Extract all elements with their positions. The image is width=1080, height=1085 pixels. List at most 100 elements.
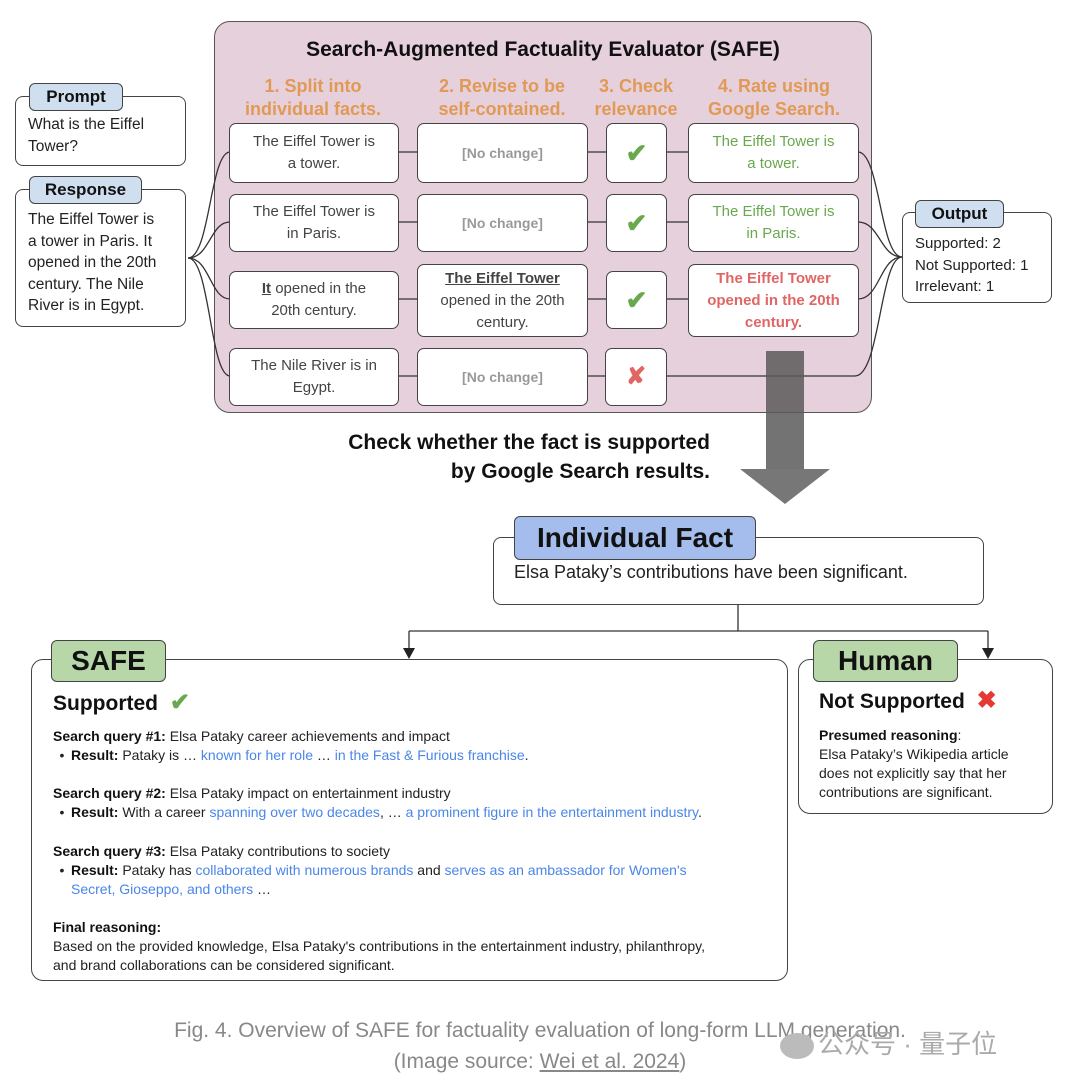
output-irrelevant: Irrelevant: 1 bbox=[915, 278, 995, 295]
result-text: … bbox=[253, 881, 271, 897]
bullet-icon: • bbox=[59, 862, 65, 878]
cross-icon: ✖ bbox=[976, 687, 997, 714]
result-label: Result: bbox=[71, 862, 119, 878]
fact-text: The Eiffel Tower is bbox=[253, 133, 375, 150]
panel-title: Search-Augmented Factuality Evaluator (S… bbox=[306, 38, 780, 61]
check-icon: ✔ bbox=[169, 689, 190, 716]
arrowhead-safe bbox=[403, 648, 415, 659]
result-snippet: in the Fast & Furious franchise bbox=[334, 747, 525, 763]
revised-text: century. bbox=[476, 313, 529, 331]
step-line: 4. Rate using bbox=[717, 76, 831, 96]
rating-text: a tower. bbox=[747, 155, 800, 172]
source-link[interactable]: Wei et al. 2024 bbox=[540, 1050, 680, 1073]
prompt-text: What is the Eiffel Tower? bbox=[28, 114, 144, 157]
prompt-tag: Prompt bbox=[29, 83, 123, 111]
prompt-line: What is the Eiffel bbox=[28, 116, 145, 133]
fact-box-2: The Eiffel Tower is in Paris. bbox=[229, 194, 399, 252]
pronoun-highlight: It bbox=[261, 280, 272, 297]
presumed-reasoning-text: does not explicitly say that her bbox=[819, 765, 1007, 781]
step-2-label: 2. Revise to be self-contained. bbox=[418, 75, 586, 121]
result-text: and bbox=[413, 862, 445, 878]
result-text: Pataky has bbox=[118, 862, 196, 878]
watermark-text: 公众号 · 量子位 bbox=[818, 1029, 998, 1059]
fact-text: a tower. bbox=[287, 155, 341, 172]
output-text: Supported: 2 Not Supported: 1 Irrelevant… bbox=[915, 233, 1028, 298]
fact-box-3: It opened in the 20th century. bbox=[229, 271, 399, 329]
presumed-reasoning-label: Presumed reasoning bbox=[819, 727, 958, 743]
result-snippet: Secret, Gioseppo, and others bbox=[71, 881, 254, 897]
result-snippet: spanning over two decades bbox=[209, 804, 380, 820]
result-text: … bbox=[312, 747, 335, 763]
relevance-box-1: ✔ bbox=[606, 123, 667, 183]
result-snippet: serves as an ambassador for Women's bbox=[444, 862, 687, 878]
search-query-1: Search query #1: Elsa Pataky career achi… bbox=[53, 727, 773, 765]
query-label: Search query #1: bbox=[53, 728, 166, 744]
step-line: 1. Split into bbox=[264, 76, 362, 96]
human-verdict: Not Supported ✖ bbox=[819, 686, 997, 715]
fact-text: Egypt. bbox=[292, 379, 336, 396]
rating-box-3: The Eiffel Tower opened in the 20th centur… bbox=[688, 264, 859, 337]
rating-box-1: The Eiffel Tower is a tower. bbox=[688, 123, 859, 183]
result-label: Result: bbox=[71, 804, 119, 820]
final-reasoning: Final reasoning: Based on the provided k… bbox=[53, 918, 783, 975]
step-3-label: 3. Check relevance bbox=[586, 75, 686, 121]
step-line: relevance bbox=[594, 99, 678, 119]
fact-text: in Paris. bbox=[286, 225, 342, 242]
step-line: 2. Revise to be bbox=[438, 76, 566, 96]
colon: : bbox=[957, 727, 962, 743]
source-suffix: ) bbox=[679, 1050, 687, 1073]
result-snippet: known for her role bbox=[200, 747, 313, 763]
revised-emphasis: The Eiffel Tower bbox=[445, 269, 560, 287]
check-icon: ✔ bbox=[625, 285, 648, 315]
response-text: The Eiffel Tower is a tower in Paris. It… bbox=[28, 209, 156, 317]
revised-text: opened in the 20th bbox=[440, 291, 565, 309]
result-text: With a career bbox=[118, 804, 210, 820]
bullet-icon: • bbox=[59, 804, 65, 820]
query-text: Elsa Pataky career achievements and impa… bbox=[165, 728, 450, 744]
rating-text: opened in the 20th bbox=[707, 291, 840, 309]
check-icon: ✔ bbox=[625, 208, 648, 238]
output-supported: Supported: 2 bbox=[915, 235, 1001, 252]
result-label: Result: bbox=[71, 747, 119, 763]
query-label: Search query #3: bbox=[53, 843, 166, 859]
fact-box-1: The Eiffel Tower is a tower. bbox=[229, 123, 399, 183]
presumed-reasoning-text: Elsa Pataky’s Wikipedia article bbox=[819, 746, 1009, 762]
rating-text: century. bbox=[744, 313, 803, 331]
final-reasoning-text: and brand collaborations can be consider… bbox=[53, 957, 395, 973]
fact-text: The Nile River is in bbox=[251, 357, 377, 374]
step-4-label: 4. Rate using Google Search. bbox=[688, 75, 860, 121]
prompt-line: Tower? bbox=[28, 137, 78, 155]
search-query-3: Search query #3: Elsa Pataky contributio… bbox=[53, 842, 773, 899]
rating-text: The Eiffel Tower bbox=[716, 269, 831, 287]
safe-tag: SAFE bbox=[51, 640, 166, 682]
response-line: River is in Egypt. bbox=[28, 297, 145, 314]
big-down-arrow-icon bbox=[740, 469, 830, 504]
step-line: Google Search. bbox=[707, 99, 841, 119]
individual-fact-text: Elsa Pataky’s contributions have been si… bbox=[514, 562, 908, 582]
result-snippet: a prominent figure in the entertainment … bbox=[405, 804, 698, 820]
fact-text: 20th century. bbox=[271, 302, 357, 319]
wechat-icon bbox=[780, 1033, 814, 1060]
presumed-reasoning: Presumed reasoning: Elsa Pataky’s Wikipe… bbox=[819, 726, 1044, 802]
output-not-supported: Not Supported: 1 bbox=[915, 256, 1029, 274]
result-snippet: collaborated with numerous brands bbox=[195, 862, 414, 878]
revised-box-3: The Eiffel Tower opened in the 20th centur… bbox=[417, 264, 588, 337]
response-tag: Response bbox=[29, 176, 142, 204]
result-text: Pataky is … bbox=[118, 747, 201, 763]
result-text: . bbox=[524, 747, 529, 763]
bullet-icon: • bbox=[59, 747, 65, 763]
search-query-2: Search query #2: Elsa Pataky impact on e… bbox=[53, 784, 773, 822]
check-question-line: by Google Search results. bbox=[450, 460, 710, 483]
human-verdict-label: Not Supported bbox=[819, 690, 965, 713]
rating-text: The Eiffel Tower is bbox=[712, 203, 835, 220]
safe-verdict: Supported ✔ bbox=[53, 688, 190, 717]
check-question: Check whether the fact is supported by G… bbox=[270, 428, 710, 486]
response-line: a tower in Paris. It bbox=[28, 232, 153, 250]
source-prefix: (Image source: bbox=[393, 1050, 540, 1073]
step-line: individual facts. bbox=[244, 99, 382, 119]
relevance-box-2: ✔ bbox=[606, 194, 667, 252]
fact-text: opened in the bbox=[271, 280, 367, 297]
relevance-box-3: ✔ bbox=[606, 271, 667, 329]
result-text: . bbox=[697, 804, 702, 820]
step-line: self-contained. bbox=[438, 99, 566, 119]
